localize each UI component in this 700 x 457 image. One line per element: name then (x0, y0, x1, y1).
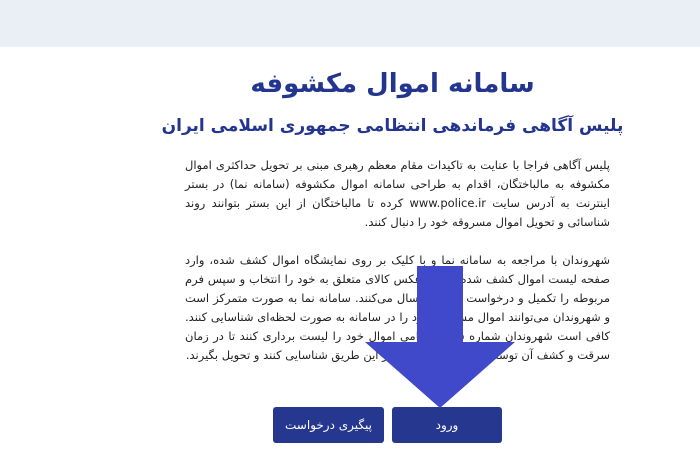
track-request-button[interactable]: پیگیری درخواست (273, 407, 384, 443)
intro-paragraph: پلیس آگاهی فراجا با عنایت به تاکیدات مقا… (185, 158, 610, 229)
page-title: سامانه اموال مکشوفه (250, 69, 535, 99)
page-subtitle: پلیس آگاهی فرماندهی انتظامی جمهوری اسلام… (161, 116, 624, 136)
instructions-paragraph: شهروندان با مراجعه به سامانه نما و با کل… (185, 253, 610, 362)
login-button[interactable]: ورود (392, 407, 502, 443)
page: سامانه اموال مکشوفه پلیس آگاهی فرماندهی … (0, 0, 700, 457)
top-band (0, 0, 700, 47)
